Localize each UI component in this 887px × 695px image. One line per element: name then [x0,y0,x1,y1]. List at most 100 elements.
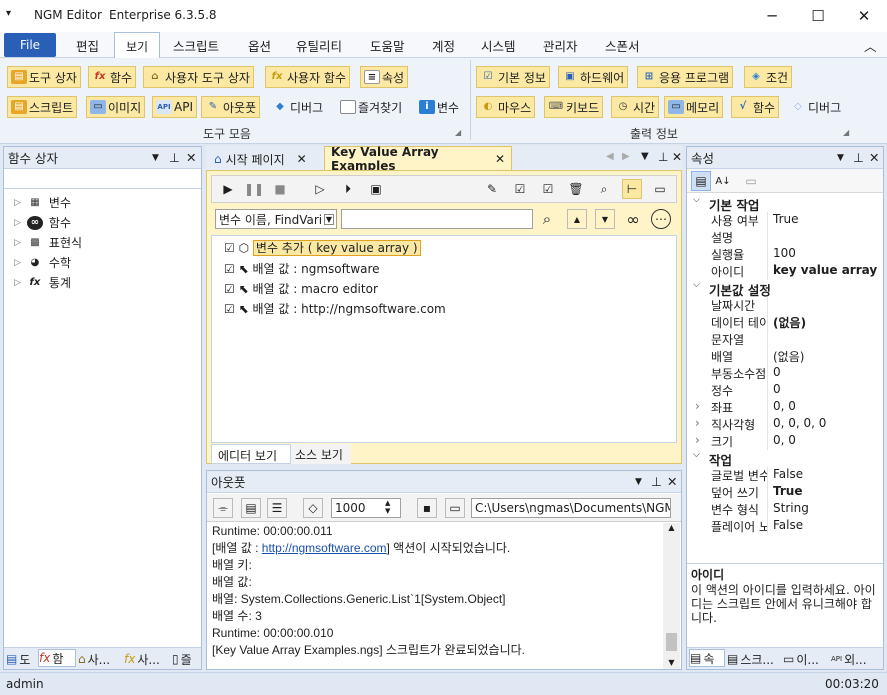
scroll-down-icon[interactable]: ▼ [663,658,680,667]
tab-user-function[interactable]: fx 사... [124,650,170,668]
infinity-icon[interactable]: ∞ [623,209,643,229]
script-button[interactable]: ▤ 스크립트 [7,96,78,118]
property-row[interactable]: 날짜시간 [687,297,881,314]
tab-scroll-right-icon[interactable]: ▶ [622,151,630,162]
time-button[interactable]: ◷ 시간 [611,96,660,118]
script-line[interactable]: ☑ ⬉ 배열 값 : http://ngmsoftware.com [224,300,446,317]
property-row[interactable]: 부동소수점 0 [687,365,881,382]
minimize-button[interactable]: ─ [749,0,795,32]
favorites-button[interactable]: 즐겨찾기 [337,96,405,118]
functions-button[interactable]: fx 함수 [88,66,137,88]
panel-close-icon[interactable]: ✕ [667,474,677,489]
tree-item-math[interactable]: ▷ ◕ 수학 [14,254,71,271]
scroll-up-icon[interactable]: ▲ [663,523,680,532]
pin-icon[interactable]: ⊥ [658,150,668,164]
pin-icon[interactable]: ⊥ [853,150,864,165]
property-value[interactable]: 0 [767,382,881,399]
tab-tool[interactable]: ▤ 도 [6,650,38,668]
search-input[interactable] [341,209,533,229]
run-from-here-icon[interactable]: ⏵ [338,179,358,199]
property-value[interactable]: True [767,484,881,501]
tree-item-statistics[interactable]: ▷ fx 통계 [14,274,71,291]
tab-favorites[interactable]: ▯ 즐 [172,650,200,668]
debug-button[interactable]: ◆ 디버그 [269,96,326,118]
menu-view[interactable]: 보기 [114,32,160,59]
property-row[interactable]: 아이디 key value array [687,263,881,280]
collapse-icon[interactable]: ⌵ [693,195,700,205]
maximize-button[interactable]: ☐ [795,0,841,32]
script-line[interactable]: ☑ ⬡ 변수 추가 ( key value array ) [224,239,421,256]
property-value[interactable] [767,297,881,314]
debug-output-button[interactable]: ◇ 디버그 [787,96,844,118]
pin-icon[interactable]: ⊥ [651,474,662,489]
property-row[interactable]: 사용 여부 True [687,212,881,229]
mouse-button[interactable]: ◐ 마우스 [476,96,536,118]
search-icon[interactable]: ⌕ [537,209,557,229]
find-icon[interactable]: ⌕ [594,179,614,199]
categorized-icon[interactable]: ▤ [691,171,711,191]
property-value[interactable]: (없음) [767,314,881,331]
property-value[interactable]: (없음) [767,348,881,365]
property-value[interactable]: 0 [767,365,881,382]
sort-alpha-icon[interactable]: A↓ [713,171,733,191]
panel-menu-icon[interactable]: ▼ [635,477,642,487]
property-value[interactable]: 0, 0 [767,399,881,416]
menu-utility[interactable]: 유틸리티 [296,36,342,55]
tab-external[interactable]: API 외... [831,650,881,668]
tree-item-expressions[interactable]: ▷ ▩ 표현식 [14,234,82,251]
property-value[interactable]: False [767,467,881,484]
tab-close-icon[interactable]: ✕ [495,152,505,166]
more-icon[interactable]: ⋯ [651,209,671,229]
run-selected-icon[interactable]: ▣ [366,179,386,199]
application-button[interactable]: ⊞ 응용 프로그램 [637,66,734,88]
function-output-button[interactable]: √ 함수 [731,96,780,118]
group-launcher-icon[interactable]: ◢ [843,128,849,137]
check-icon[interactable]: ☑ [538,179,558,199]
variables-button[interactable]: i 변수 [416,96,462,118]
image-button[interactable]: ▭ 이미지 [86,96,146,118]
panel-menu-icon[interactable]: ▼ [152,153,159,163]
menu-edit[interactable]: 편집 [76,36,99,55]
tree-view-icon[interactable]: ⊢ [622,179,642,199]
property-row[interactable]: 실행율 100 [687,246,881,263]
search-type-dropdown[interactable]: 변수 이름, FindVari ▼ [215,209,337,229]
scroll-thumb[interactable] [666,633,677,651]
tab-close-icon[interactable]: ✕ [297,152,307,166]
property-pages-icon[interactable]: ▭ [741,171,761,191]
property-row[interactable]: 정수 0 [687,382,881,399]
tab-script[interactable]: ▤ 스크... [727,650,781,668]
save-icon[interactable]: ▪ [417,498,437,518]
output-scrollbar[interactable]: ▲ ▼ [663,523,680,669]
property-row[interactable]: 데이터 테이블(없음) [687,314,881,331]
menu-script[interactable]: 스크립트 [173,36,219,55]
property-category[interactable]: ⌵ 작업 [687,450,881,468]
tab-editor-view[interactable]: 에디터 보기 [211,444,291,464]
property-row[interactable]: › 크기 0, 0 [687,433,881,450]
file-menu-button[interactable]: File [4,33,56,57]
property-value[interactable]: key value array [767,263,881,280]
close-button[interactable]: ✕ [841,0,887,32]
search-up-icon[interactable]: ▲ [567,209,587,229]
property-row[interactable]: 플레이어 노출False [687,518,881,535]
collapse-icon[interactable]: ⌵ [693,280,700,290]
script-line[interactable]: ☑ ⬉ 배열 값 : ngmsoftware [224,260,380,277]
collapse-ribbon-icon[interactable]: ︿ [864,36,877,55]
log-path-field[interactable]: C:\Users\ngmas\Documents\NGM6\ [471,498,671,518]
property-value[interactable] [767,331,881,348]
pause-icon[interactable]: ❚❚ [244,179,264,199]
panel-menu-icon[interactable]: ▼ [837,153,844,163]
expand-icon[interactable]: › [695,399,700,413]
property-row[interactable]: 배열 (없음) [687,348,881,365]
check-all-icon[interactable]: ☑ [510,179,530,199]
tab-key-value-array[interactable]: Key Value Array Examples ✕ [324,145,512,173]
count-stepper[interactable]: ▲ ▼ [385,499,390,515]
menu-account[interactable]: 계정 [432,36,455,55]
monitor-icon[interactable]: ▭ [650,179,670,199]
list-icon[interactable]: ☰ [267,498,287,518]
property-value[interactable]: 0, 0, 0, 0 [767,416,881,433]
output-button[interactable]: ✎ 아웃풋 [201,96,261,118]
collapse-icon[interactable]: ⌵ [693,450,700,460]
tab-image[interactable]: ▭ 이... [783,650,829,668]
hardware-button[interactable]: ▣ 하드웨어 [558,66,629,88]
tab-start-page[interactable]: ⌂ 시작 페이지 ✕ [210,148,311,170]
